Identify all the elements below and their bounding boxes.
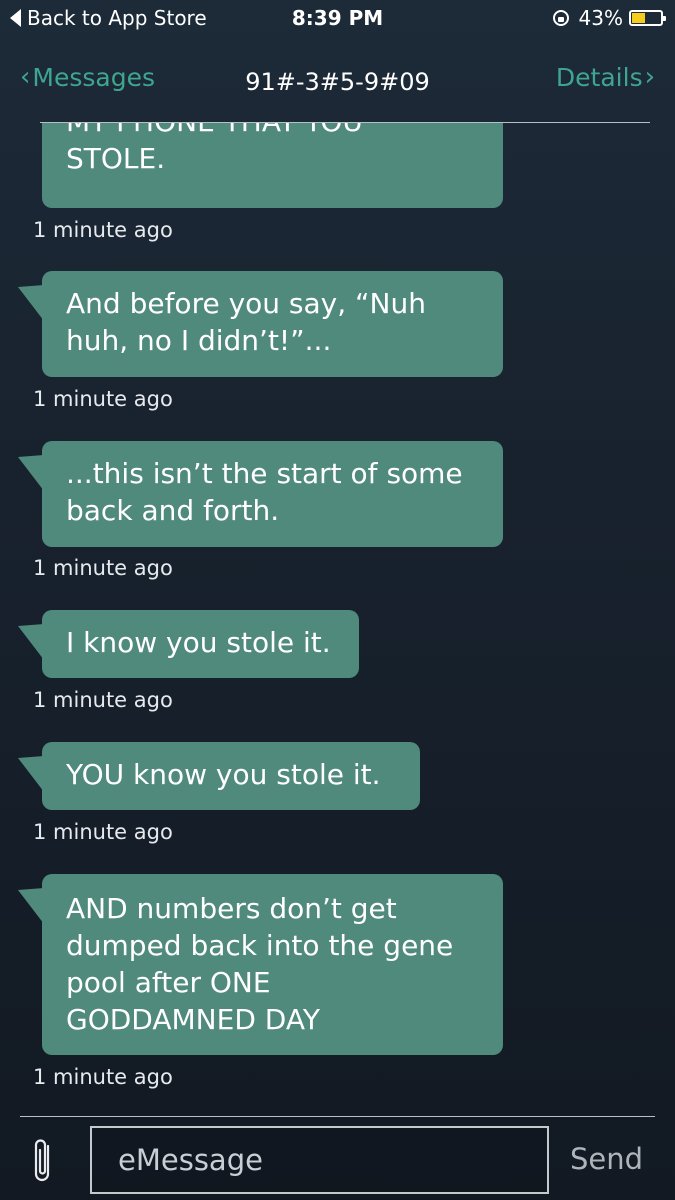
bubble-tail — [18, 743, 44, 793]
message-input[interactable] — [92, 1128, 547, 1192]
message-line: dumped back into the gene — [66, 929, 454, 962]
send-button[interactable]: Send — [570, 1142, 643, 1176]
battery-fill — [632, 13, 645, 23]
message-bubble[interactable]: And before you say, “Nuh huh, no I didn’… — [18, 271, 503, 377]
message-line: YOU know you stole it. — [66, 758, 381, 791]
message-timestamp: 1 minute ago — [33, 820, 173, 844]
message-line: pool after ONE — [66, 966, 271, 999]
message-line: AND numbers don’t get — [66, 892, 397, 925]
rotation-lock-icon — [552, 10, 569, 26]
battery-percent: 43% — [578, 6, 623, 30]
status-right: 43% — [552, 6, 666, 30]
message-list[interactable]: MY PHONE THAT YOU STOLE. 1 minute ago An… — [0, 123, 675, 1116]
message-line: ...this isn’t the start of some — [66, 457, 463, 490]
message-timestamp: 1 minute ago — [33, 387, 173, 411]
message-line: GODDAMNED DAY — [66, 1003, 320, 1036]
message-timestamp: 1 minute ago — [33, 556, 173, 580]
message-timestamp: 1 minute ago — [33, 218, 173, 242]
paperclip-icon[interactable] — [31, 1138, 55, 1184]
bubble-tail — [18, 272, 44, 322]
details-label: Details — [555, 62, 643, 92]
message-bubble[interactable]: ...this isn’t the start of some back and… — [18, 441, 503, 547]
message-line: MY PHONE THAT YOU — [66, 123, 479, 140]
status-bar: Back to App Store 8:39 PM 43% — [0, 0, 675, 38]
bubble-tail — [18, 442, 44, 492]
message-line: huh, no I didn’t!”... — [66, 324, 332, 357]
message-line: I know you stole it. — [66, 626, 331, 659]
message-input-box[interactable] — [90, 1126, 549, 1194]
message-timestamp: 1 minute ago — [33, 688, 173, 712]
message-line: And before you say, “Nuh — [66, 287, 426, 320]
message-bubble[interactable]: AND numbers don’t get dumped back into t… — [18, 874, 503, 1055]
nav-bar: ‹ Messages 91#-3#5-9#09 Details › — [0, 52, 675, 102]
message-line: STOLE. — [66, 142, 166, 175]
composer-divider — [20, 1116, 655, 1117]
message-timestamp: 1 minute ago — [33, 1065, 173, 1089]
chevron-right-icon: › — [644, 62, 655, 92]
message-bubble[interactable]: I know you stole it. — [18, 610, 359, 678]
message-line: back and forth. — [66, 494, 280, 527]
bubble-tail — [18, 611, 44, 661]
battery-icon — [629, 10, 666, 26]
message-bubble[interactable]: YOU know you stole it. — [18, 742, 420, 810]
details-button[interactable]: Details › — [556, 62, 655, 92]
message-bubble[interactable]: MY PHONE THAT YOU STOLE. — [42, 123, 503, 208]
bubble-tail — [18, 875, 44, 925]
